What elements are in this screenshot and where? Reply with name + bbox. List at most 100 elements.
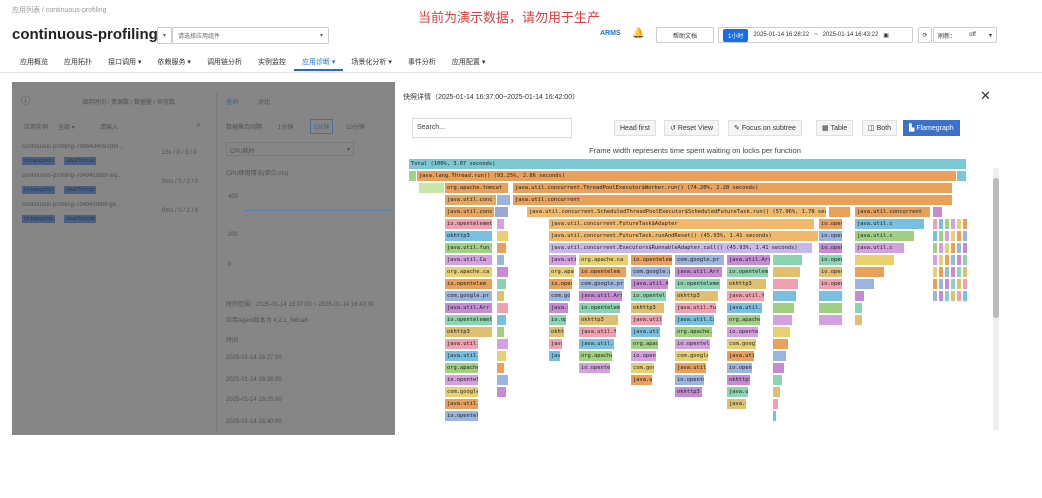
flame-frame[interactable] xyxy=(951,291,956,301)
flame-frame[interactable]: java.util.Arr xyxy=(631,279,669,289)
flame-frame[interactable] xyxy=(939,243,944,253)
flame-frame[interactable] xyxy=(497,303,509,313)
flame-frame[interactable]: io.opentel xyxy=(819,267,843,277)
tab-3[interactable]: 依赖服务 ▾ xyxy=(149,57,198,71)
breadcrumb-root[interactable]: 应用列表 xyxy=(12,7,40,14)
tab-query[interactable]: 查询 xyxy=(226,97,238,106)
flame-frame[interactable]: io.opentelemetry xyxy=(631,291,667,301)
tab-0[interactable]: 应用概览 xyxy=(12,57,56,71)
flame-frame[interactable]: io.opentelemetry xyxy=(675,279,721,289)
flame-frame[interactable] xyxy=(497,195,511,205)
time-row[interactable]: 2025-01-14 16:40:00 xyxy=(226,419,282,425)
flame-frame[interactable]: java.util.Ca xyxy=(727,303,763,313)
flame-frame[interactable] xyxy=(945,231,950,241)
flame-frame[interactable] xyxy=(497,231,509,241)
flame-frame[interactable] xyxy=(855,279,875,289)
flame-frame[interactable] xyxy=(855,315,863,325)
flame-frame[interactable]: io.opentelemetry xyxy=(549,315,567,325)
flame-frame[interactable] xyxy=(773,387,781,397)
flame-frame[interactable]: okhttp3 xyxy=(445,327,493,337)
flame-frame[interactable]: org.apache.ca xyxy=(579,351,613,361)
flame-frame[interactable]: java.util.Ca xyxy=(631,327,661,337)
flame-frame[interactable]: org.apache.ca xyxy=(445,363,479,373)
flame-frame[interactable]: java.util.concurrent xyxy=(513,195,953,205)
instance-filter-select[interactable]: 全部 ▾ xyxy=(58,122,75,131)
flame-frame[interactable]: okhttp3 xyxy=(675,387,703,397)
flame-frame[interactable] xyxy=(497,363,505,373)
flame-frame[interactable] xyxy=(957,267,962,277)
flame-frame[interactable]: okhttp3 xyxy=(675,291,719,301)
flame-frame[interactable]: io.opentelemetry xyxy=(727,363,753,373)
tab-1[interactable]: 应用拓扑 xyxy=(56,57,100,71)
flame-frame[interactable]: org.apache.ca xyxy=(579,255,629,265)
flame-frame[interactable] xyxy=(497,387,507,397)
tab-4[interactable]: 调用链分析 xyxy=(199,57,250,71)
both-view-button[interactable]: ◫ Both xyxy=(862,120,897,136)
flame-frame[interactable]: org.apache.ca xyxy=(445,267,493,277)
flame-frame[interactable]: io.opentelem xyxy=(579,363,611,373)
flame-frame[interactable]: java.util.Arr xyxy=(631,375,653,385)
flame-frame[interactable]: java.util.conc xyxy=(445,195,497,205)
tab-5[interactable]: 实例监控 xyxy=(250,57,294,71)
time-quick-tag[interactable]: 1小时 xyxy=(723,28,749,42)
flame-frame[interactable] xyxy=(951,219,956,229)
instance-name[interactable]: continuous-profiling-7d494c9dbf-wq... xyxy=(22,173,142,179)
tab-6[interactable]: 应用诊断 ▾ xyxy=(293,57,344,71)
interval-10min[interactable]: 10分钟 xyxy=(346,122,365,131)
flame-frame[interactable]: java.util.Ca xyxy=(549,255,577,265)
flame-frame[interactable]: java.util.Arr xyxy=(675,267,723,277)
flame-frame[interactable]: com.google.pr xyxy=(631,267,671,277)
bell-icon[interactable]: 🔔 xyxy=(632,28,644,39)
flame-frame[interactable] xyxy=(963,219,968,229)
flame-frame[interactable] xyxy=(855,291,865,301)
flame-frame[interactable] xyxy=(939,231,944,241)
flame-frame[interactable]: org.apache.ca xyxy=(727,315,761,325)
flame-frame[interactable] xyxy=(773,351,787,361)
flame-frame[interactable] xyxy=(945,255,950,265)
flame-frame[interactable]: java.util.concurrent.FutureTask$Adapter xyxy=(549,219,815,229)
flame-frame[interactable] xyxy=(773,279,799,289)
flame-frame[interactable]: java.util.concurrent.ThreadPoolExecutor$… xyxy=(513,183,953,193)
flame-frame[interactable] xyxy=(773,399,779,409)
flame-frame[interactable] xyxy=(933,207,943,217)
time-range-picker[interactable]: 1小时 2025-01-14 16:28:22 ~ 2025-01-14 16:… xyxy=(718,27,913,43)
flame-frame[interactable] xyxy=(497,339,509,349)
flame-frame[interactable] xyxy=(933,267,938,277)
tab-7[interactable]: 场景化分析 ▾ xyxy=(343,57,399,71)
flame-frame[interactable]: io.opentel xyxy=(819,219,843,229)
flame-frame[interactable]: io.opentelemetry xyxy=(445,411,479,421)
flame-frame[interactable] xyxy=(945,267,950,277)
flame-frame[interactable] xyxy=(939,291,944,301)
flame-frame[interactable]: java.util.Arr xyxy=(727,255,771,265)
flame-frame[interactable] xyxy=(951,243,956,253)
flame-frame[interactable] xyxy=(951,255,956,265)
flame-frame[interactable]: io.opentelemetry xyxy=(445,219,493,229)
flame-frame[interactable]: io.opentelem xyxy=(631,351,657,361)
flame-frame[interactable]: org.apache.ca xyxy=(549,267,575,277)
flame-frame[interactable]: com.google.pr xyxy=(631,363,655,373)
flame-frame[interactable]: java.util.concurrent.FutureTask.runAndRe… xyxy=(549,231,819,241)
flame-frame[interactable]: java.util.c xyxy=(855,231,915,241)
flame-frame[interactable] xyxy=(497,255,505,265)
flame-frame[interactable]: okhttp3 xyxy=(727,375,751,385)
flame-frame[interactable]: io.opentel xyxy=(819,231,843,241)
flame-frame[interactable] xyxy=(773,411,777,421)
flame-frame[interactable]: okhttp3 xyxy=(445,231,493,241)
flame-frame[interactable]: com.google.pr xyxy=(445,291,493,301)
flame-frame[interactable] xyxy=(773,327,791,337)
flame-frame[interactable]: java.util.Arr xyxy=(675,363,707,373)
flame-frame[interactable]: io.opentelemetry xyxy=(727,267,769,277)
flame-frame[interactable]: java.util.concurrent xyxy=(855,207,931,217)
flame-frame[interactable] xyxy=(939,279,944,289)
flame-frame[interactable]: io.opentelem xyxy=(445,375,479,385)
flame-frame[interactable] xyxy=(773,291,797,301)
flame-frame[interactable]: java.util.Ca xyxy=(445,255,493,265)
flame-frame[interactable] xyxy=(933,255,938,265)
flame-frame[interactable] xyxy=(497,219,505,229)
refresh-icon[interactable]: ⟳ xyxy=(918,27,932,43)
flame-frame[interactable]: java.util.c xyxy=(855,243,905,253)
flame-frame[interactable]: io.opentelemetry xyxy=(445,315,493,325)
auto-refresh-select[interactable]: 刷新： off ▾ xyxy=(933,27,997,43)
flame-frame[interactable]: io.opentelem xyxy=(445,279,493,289)
flame-frame[interactable] xyxy=(957,243,962,253)
